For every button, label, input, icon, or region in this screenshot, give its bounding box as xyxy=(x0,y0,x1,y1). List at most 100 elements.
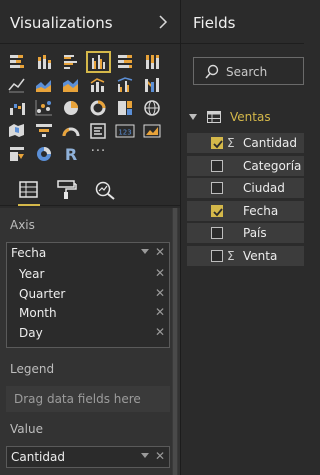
fields-tab-icon xyxy=(19,181,38,198)
ribbon-chart-icon[interactable] xyxy=(141,75,164,95)
clustered-bar-chart-icon[interactable] xyxy=(60,52,83,72)
chevron-down-icon[interactable] xyxy=(141,453,149,458)
fields-tab[interactable] xyxy=(14,177,44,206)
field-name: País xyxy=(243,226,267,240)
table-name: Ventas xyxy=(230,110,271,124)
axis-hierarchy-quarter[interactable]: Quarter ✕ xyxy=(7,284,169,304)
wells-scrollbar[interactable] xyxy=(172,208,178,475)
visualizations-title: Visualizations xyxy=(10,14,113,32)
remove-icon[interactable]: ✕ xyxy=(155,325,165,339)
legend-well[interactable]: Drag data fields here xyxy=(6,386,170,412)
table-node-ventas[interactable]: Ventas xyxy=(181,107,304,127)
card-icon[interactable]: 123 xyxy=(114,121,137,141)
treemap-icon[interactable] xyxy=(114,98,137,118)
field-name: Categoría xyxy=(243,158,302,173)
100-stacked-column-chart-icon[interactable] xyxy=(141,52,164,72)
checkbox[interactable] xyxy=(211,182,223,194)
scatter-chart-icon[interactable] xyxy=(33,98,56,118)
table-icon xyxy=(207,111,221,123)
field-name: Ciudad xyxy=(243,181,285,195)
line-chart-icon[interactable] xyxy=(6,75,29,95)
multi-row-card-icon[interactable] xyxy=(87,121,110,141)
expanded-caret-icon[interactable] xyxy=(189,113,197,121)
slicer-icon[interactable] xyxy=(6,144,29,164)
checkmark-icon xyxy=(213,140,223,149)
field-item-categoria[interactable]: Categoría xyxy=(187,155,304,177)
field-item-pais[interactable]: País xyxy=(187,223,304,244)
donut-chart-icon[interactable] xyxy=(87,98,110,118)
hierarchy-level-label: Day xyxy=(19,325,43,340)
remove-icon[interactable]: ✕ xyxy=(155,266,165,280)
field-item-ciudad[interactable]: Ciudad xyxy=(187,178,304,199)
filled-map-icon[interactable] xyxy=(6,121,29,141)
axis-hierarchy-year[interactable]: Year ✕ xyxy=(7,264,169,284)
field-item-cantidad[interactable]: Σ Cantidad xyxy=(187,133,304,154)
search-icon xyxy=(205,64,219,79)
field-name: Cantidad xyxy=(243,136,297,150)
line-and-stacked-column-chart-icon[interactable] xyxy=(87,75,110,95)
chevron-down-icon[interactable] xyxy=(141,249,149,254)
checkbox-checked[interactable] xyxy=(211,204,223,217)
kpi-icon[interactable] xyxy=(141,121,164,141)
sigma-icon: Σ xyxy=(227,248,235,263)
analytics-tab[interactable] xyxy=(90,177,120,203)
format-tab[interactable] xyxy=(52,177,82,203)
map-icon[interactable] xyxy=(141,98,164,118)
fields-search[interactable] xyxy=(193,57,304,85)
axis-field-name: Fecha xyxy=(11,246,47,260)
gauge-icon[interactable] xyxy=(60,121,83,141)
axis-well[interactable]: Fecha ✕ Year ✕ Quarter ✕ Month ✕ Day ✕ xyxy=(6,242,170,348)
value-well-label: Value xyxy=(10,422,43,436)
chevron-right-icon[interactable] xyxy=(157,13,169,31)
funnel-chart-icon[interactable] xyxy=(33,121,56,141)
stacked-area-chart-icon[interactable] xyxy=(60,75,83,95)
svg-text:123: 123 xyxy=(118,129,131,137)
field-name: Fecha xyxy=(243,203,279,218)
r-script-visual-icon[interactable]: R xyxy=(60,144,83,164)
remove-icon[interactable]: ✕ xyxy=(155,449,165,463)
format-paint-roller-icon xyxy=(57,180,77,199)
svg-text:R: R xyxy=(65,145,77,164)
pie-chart-icon[interactable] xyxy=(60,98,83,118)
visualizations-pane: Visualizations 123 R ··· Axis Fecha ✕ Ye… xyxy=(0,0,180,475)
axis-well-label: Axis xyxy=(10,218,35,232)
wells-scrollbar-thumb[interactable] xyxy=(173,208,177,475)
checkmark-icon xyxy=(213,207,223,216)
field-wells: Axis Fecha ✕ Year ✕ Quarter ✕ Month ✕ Da… xyxy=(0,208,180,475)
remove-icon[interactable]: ✕ xyxy=(155,245,165,259)
more-visuals-icon[interactable]: ··· xyxy=(87,144,110,164)
stacked-bar-chart-icon[interactable] xyxy=(6,52,29,72)
visualizations-header: Visualizations xyxy=(0,0,180,44)
search-input[interactable] xyxy=(226,63,304,80)
area-chart-icon[interactable] xyxy=(33,75,56,95)
analytics-magnifier-icon xyxy=(95,181,115,200)
hierarchy-level-label: Month xyxy=(19,306,57,320)
axis-hierarchy-day[interactable]: Day ✕ xyxy=(7,323,169,343)
remove-icon[interactable]: ✕ xyxy=(155,305,165,319)
visualization-pane-tabs xyxy=(0,173,180,206)
axis-hierarchy-month[interactable]: Month ✕ xyxy=(7,303,169,323)
checkbox[interactable] xyxy=(211,249,223,262)
checkbox[interactable] xyxy=(211,159,223,172)
table-visual-icon[interactable] xyxy=(33,144,56,164)
fields-pane: Fields Ventas Σ Cantidad Categoría xyxy=(180,0,304,475)
clustered-column-chart-icon[interactable] xyxy=(86,51,111,73)
legend-well-label: Legend xyxy=(10,362,55,376)
fields-title: Fields xyxy=(193,14,236,32)
field-item-fecha[interactable]: Fecha xyxy=(187,200,304,222)
hierarchy-level-label: Quarter xyxy=(19,286,66,301)
value-field-cantidad[interactable]: Cantidad ✕ xyxy=(7,447,169,468)
hierarchy-level-label: Year xyxy=(19,267,45,281)
field-name: Venta xyxy=(243,248,278,263)
waterfall-chart-icon[interactable] xyxy=(6,98,29,118)
checkbox[interactable] xyxy=(211,227,223,239)
stacked-column-chart-icon[interactable] xyxy=(33,52,56,72)
axis-field-fecha[interactable]: Fecha ✕ xyxy=(7,243,169,264)
line-and-clustered-column-chart-icon[interactable] xyxy=(114,75,137,95)
checkbox-checked[interactable] xyxy=(211,137,223,149)
value-well[interactable]: Cantidad ✕ xyxy=(6,446,170,468)
field-item-venta[interactable]: Σ Venta xyxy=(187,245,304,267)
value-field-name: Cantidad xyxy=(11,450,65,464)
100-stacked-bar-chart-icon[interactable] xyxy=(114,52,137,72)
remove-icon[interactable]: ✕ xyxy=(155,286,165,300)
